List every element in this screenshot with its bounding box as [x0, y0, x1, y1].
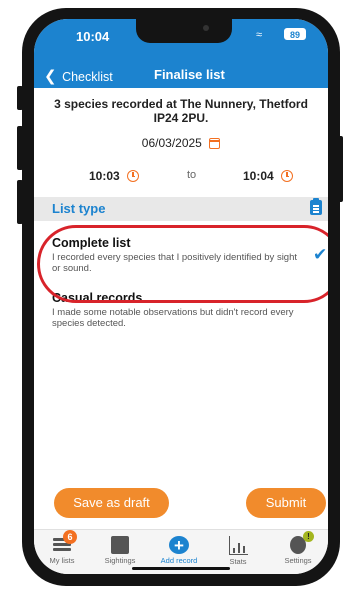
- tab-label: Settings: [284, 556, 312, 565]
- stats-icon: [228, 536, 248, 555]
- home-indicator: [132, 567, 230, 570]
- date-value: 06/03/2025: [141, 136, 202, 150]
- camera-dot: [203, 25, 209, 31]
- start-time[interactable]: 10:03: [89, 169, 140, 183]
- option-description: I made some notable observations but did…: [52, 307, 294, 329]
- alert-badge: !: [303, 531, 314, 542]
- app-header: 10:04 ≈ 89 ❮ Checklist Finalise list: [34, 19, 328, 88]
- tab-settings[interactable]: ! Settings: [270, 531, 326, 565]
- tab-add-record[interactable]: + Add record: [151, 536, 207, 565]
- camera-notch: [136, 19, 232, 43]
- submit-button[interactable]: Submit: [246, 488, 326, 518]
- list-summary: 3 species recorded at The Nunnery, Thetf…: [54, 97, 308, 125]
- plus-icon: +: [169, 536, 189, 555]
- page-title: Finalise list: [154, 67, 225, 82]
- count-badge: 6: [63, 530, 77, 544]
- phone-screen: 10:04 ≈ 89 ❮ Checklist Finalise list 3 s…: [34, 19, 328, 574]
- back-button[interactable]: ❮ Checklist: [44, 67, 113, 85]
- calendar-icon[interactable]: [209, 138, 221, 149]
- tab-sightings[interactable]: Sightings: [92, 536, 148, 565]
- save-draft-button[interactable]: Save as draft: [54, 488, 169, 518]
- date-picker[interactable]: 06/03/2025: [34, 136, 328, 150]
- end-time-value: 10:04: [243, 169, 274, 183]
- tab-label: My lists: [49, 556, 75, 565]
- clipboard-icon[interactable]: [310, 198, 322, 215]
- tab-label: Sightings: [104, 556, 136, 565]
- status-time: 10:04: [76, 29, 110, 44]
- section-title: List type: [52, 201, 106, 216]
- battery-icon: 89: [284, 28, 306, 40]
- wifi-icon: ≈: [256, 29, 263, 41]
- clock-icon[interactable]: [127, 170, 140, 182]
- map-icon: [111, 536, 129, 554]
- tab-stats[interactable]: Stats: [210, 536, 266, 566]
- end-time[interactable]: 10:04: [243, 169, 294, 183]
- clock-icon[interactable]: [281, 170, 294, 182]
- tab-my-lists[interactable]: 6 My lists: [34, 530, 90, 565]
- tab-label: Add record: [160, 556, 198, 565]
- start-time-value: 10:03: [89, 169, 120, 183]
- back-label: Checklist: [62, 70, 113, 84]
- gear-icon: !: [290, 531, 314, 554]
- list-icon: 6: [53, 530, 77, 554]
- highlight-circle: [37, 225, 328, 303]
- chevron-left-icon: ❮: [44, 68, 57, 85]
- tab-label: Stats: [229, 557, 247, 566]
- time-separator: to: [187, 169, 197, 181]
